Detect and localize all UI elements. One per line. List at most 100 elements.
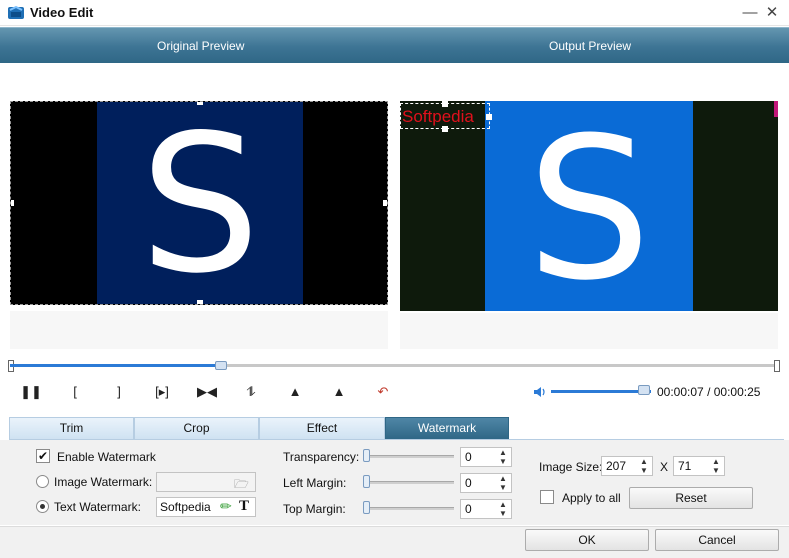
tab-trim[interactable]: Trim — [9, 417, 134, 440]
text-color-pencil-icon[interactable]: ✏ — [220, 498, 232, 515]
apply-to-all-label: Apply to all — [562, 491, 621, 505]
tab-effect[interactable]: Effect — [259, 417, 385, 440]
current-time: 00:00:07 — [657, 385, 704, 399]
volume-icon[interactable] — [533, 385, 547, 399]
app-icon — [8, 5, 24, 19]
watermark-handle-bottom[interactable] — [442, 126, 448, 132]
volume-track[interactable] — [551, 390, 651, 393]
skip-end-icon: ▶◀ — [197, 384, 217, 399]
folder-icon[interactable]: 🗁 — [234, 475, 249, 496]
timeline-slider[interactable] — [8, 360, 780, 372]
playback-controls: ❚❚ [ ] [▸] ▶◀ ⥮ ▲ ▲ ↶ 00:00:07 / 00:00:2… — [0, 380, 789, 404]
timeline-thumb[interactable] — [215, 361, 227, 370]
total-time: 00:00:25 — [713, 385, 761, 399]
left-margin-slider[interactable] — [364, 481, 454, 484]
watermark-handle-right[interactable] — [486, 114, 492, 120]
next-frame-button[interactable]: [▸] — [151, 382, 173, 402]
spin-up-icon[interactable]: ▲ — [637, 457, 651, 466]
spin-down-icon[interactable]: ▼ — [496, 509, 510, 518]
volume-thumb[interactable] — [638, 385, 650, 395]
crop-handle-left[interactable] — [11, 200, 14, 206]
output-video-letter: S — [527, 101, 651, 311]
top-margin-slider-thumb[interactable] — [363, 501, 370, 514]
spin-down-icon[interactable]: ▼ — [496, 483, 510, 492]
spin-up-icon[interactable]: ▲ — [496, 474, 510, 483]
undo-icon: ↶ — [377, 384, 389, 399]
enable-watermark-checkbox[interactable]: ✔ — [36, 449, 50, 463]
set-end-button[interactable]: ] — [108, 382, 130, 402]
image-size-label: Image Size: — [539, 460, 603, 474]
crop-handle-bottom[interactable] — [197, 300, 203, 304]
rotate-left-icon: ▲ — [288, 384, 302, 399]
spin-up-icon[interactable]: ▲ — [709, 457, 723, 466]
undo-button[interactable]: ↶ — [372, 382, 394, 402]
spin-down-icon[interactable]: ▼ — [709, 466, 723, 475]
enable-watermark-label: Enable Watermark — [57, 450, 156, 464]
tab-watermark-label: Watermark — [417, 421, 477, 435]
transparency-slider[interactable] — [364, 455, 454, 458]
bracket-right-icon: ] — [117, 384, 121, 399]
preview-header: Original Preview Output Preview — [0, 27, 789, 63]
cancel-button[interactable]: Cancel — [655, 529, 779, 551]
close-button[interactable]: ✕ — [762, 3, 782, 23]
watermark-handle-top[interactable] — [442, 101, 448, 107]
minimize-icon: — — [742, 4, 758, 21]
output-video-frame: S — [400, 101, 778, 311]
skip-end-button[interactable]: ▶◀ — [196, 382, 218, 402]
preview-area: S S Softpedia — [0, 63, 789, 355]
radio-selected-dot — [40, 504, 45, 509]
output-pane-footer — [400, 313, 778, 349]
top-margin-slider[interactable] — [364, 507, 454, 510]
spin-up-icon[interactable]: ▲ — [496, 500, 510, 509]
flip-vertical-icon: ⥮ — [246, 384, 256, 399]
window-title: Video Edit — [30, 5, 94, 20]
image-width-value: 207 — [606, 459, 627, 473]
checkmark-icon: ✔ — [37, 449, 49, 463]
minimize-button[interactable]: — — [740, 3, 760, 23]
original-preview-label: Original Preview — [157, 39, 245, 53]
timeline-progress — [10, 364, 220, 367]
crop-handle-right[interactable] — [383, 200, 387, 206]
text-font-icon[interactable]: T — [239, 498, 249, 515]
spin-down-icon[interactable]: ▼ — [637, 466, 651, 475]
original-video-frame: S — [11, 102, 387, 304]
rotate-right-icon: ▲ — [332, 384, 346, 399]
image-watermark-radio[interactable] — [36, 475, 49, 488]
rotate-right-button[interactable]: ▲ — [328, 382, 350, 402]
top-margin-value: 0 — [465, 502, 472, 516]
transparency-value: 0 — [465, 450, 472, 464]
tab-watermark[interactable]: Watermark — [385, 417, 509, 440]
output-preview-label: Output Preview — [549, 39, 632, 53]
watermark-overlay-text: Softpedia — [402, 107, 474, 126]
trim-end-marker[interactable] — [774, 360, 780, 372]
image-watermark-label: Image Watermark: — [54, 475, 153, 489]
original-preview-pane[interactable]: S — [10, 101, 388, 305]
image-width-spinner[interactable]: 207 ▲ ▼ — [601, 456, 653, 476]
close-icon: ✕ — [765, 4, 779, 21]
image-height-value: 71 — [678, 459, 692, 473]
time-display: 00:00:07 / 00:00:25 — [657, 385, 760, 399]
crop-handle-top[interactable] — [197, 102, 203, 105]
image-height-spinner[interactable]: 71 ▲ ▼ — [673, 456, 725, 476]
pause-button[interactable]: ❚❚ — [20, 382, 42, 402]
ok-button[interactable]: OK — [525, 529, 649, 551]
transparency-spinner[interactable]: 0 ▲ ▼ — [460, 447, 512, 467]
apply-to-all-checkbox[interactable] — [540, 490, 554, 504]
left-margin-slider-thumb[interactable] — [363, 475, 370, 488]
flip-vertical-button[interactable]: ⥮ — [240, 382, 262, 402]
tab-crop-label: Crop — [183, 421, 210, 435]
text-watermark-radio[interactable] — [36, 500, 49, 513]
left-margin-spinner[interactable]: 0 ▲ ▼ — [460, 473, 512, 493]
top-margin-spinner[interactable]: 0 ▲ ▼ — [460, 499, 512, 519]
reset-button[interactable]: Reset — [629, 487, 753, 509]
tab-crop[interactable]: Crop — [134, 417, 259, 440]
transparency-label: Transparency: — [283, 450, 360, 464]
set-start-button[interactable]: [ — [64, 382, 86, 402]
image-size-x: X — [660, 460, 669, 474]
top-margin-label: Top Margin: — [283, 502, 346, 516]
spin-up-icon[interactable]: ▲ — [496, 448, 510, 457]
transparency-slider-thumb[interactable] — [363, 449, 370, 462]
spin-down-icon[interactable]: ▼ — [496, 457, 510, 466]
rotate-left-button[interactable]: ▲ — [284, 382, 306, 402]
time-separator: / — [707, 385, 711, 399]
